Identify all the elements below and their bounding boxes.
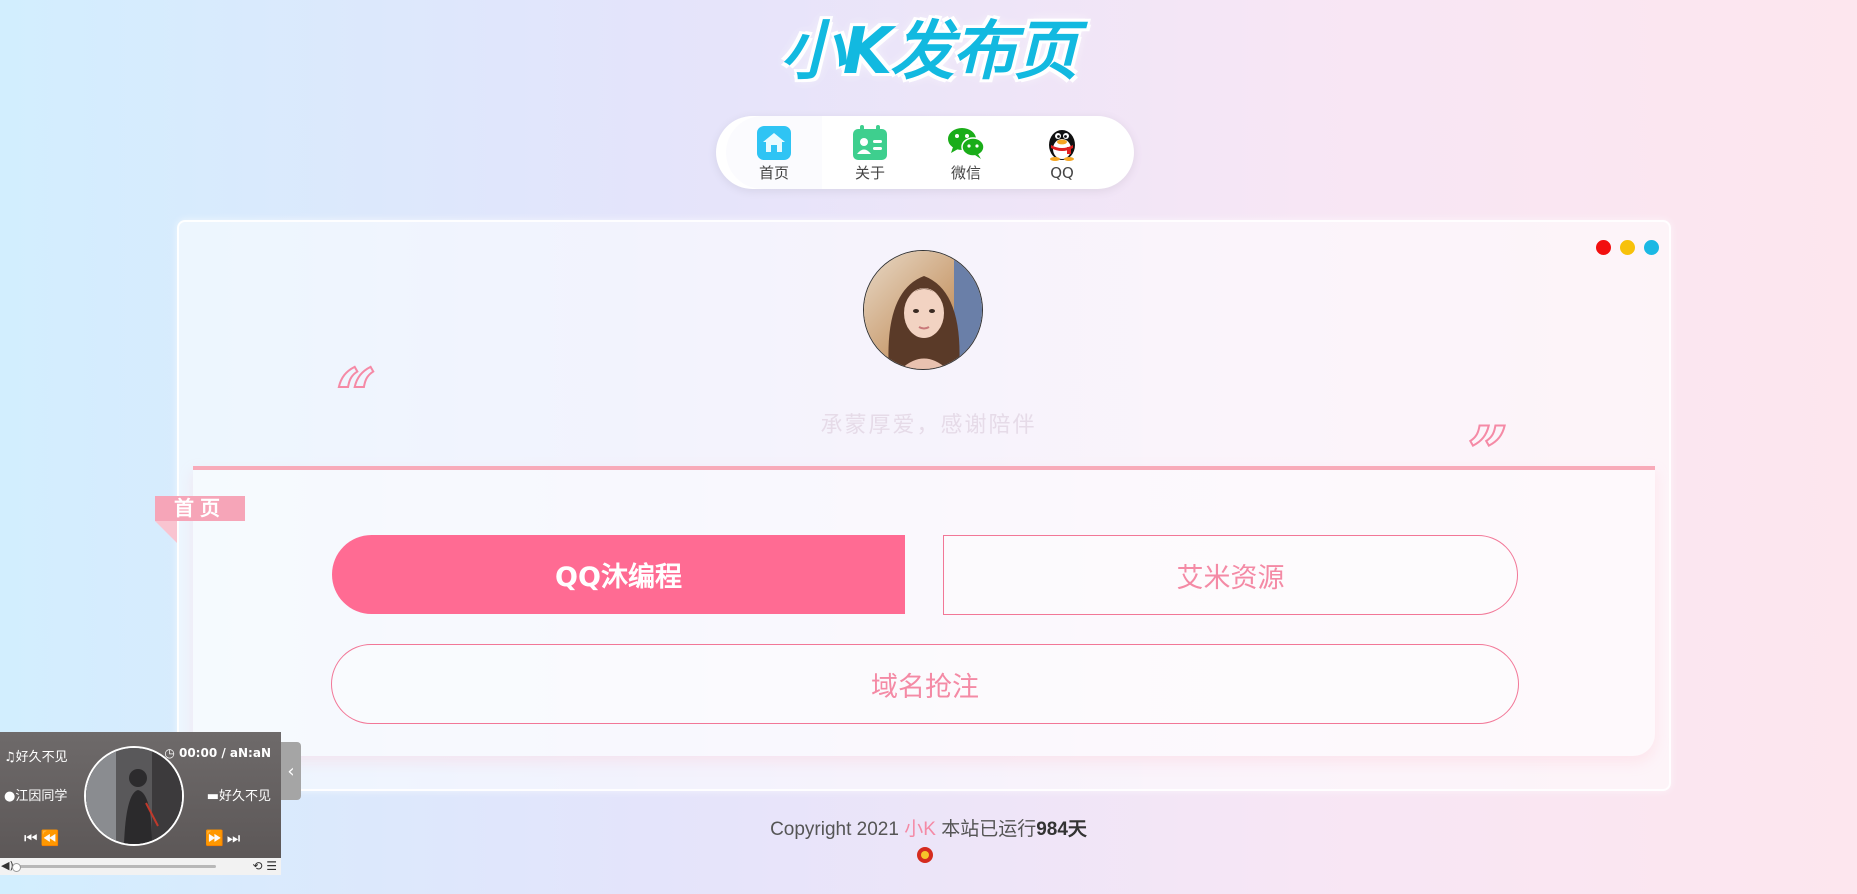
running-days: 984天 <box>1036 819 1087 840</box>
player-artist: ●江因同学 <box>4 785 67 804</box>
site-title: 小K发布页 <box>780 15 1079 89</box>
police-badge-icon[interactable] <box>917 847 933 863</box>
link-button-domain[interactable]: 域名抢注 <box>331 644 1519 724</box>
player-time: ◷ 00:00 / aN:aN <box>164 746 271 760</box>
link-button-qqmu[interactable]: QQ沐编程 <box>332 535 905 614</box>
yellow-dot <box>1620 240 1635 255</box>
nav-item-wechat[interactable]: 微信 <box>918 116 1014 189</box>
nav-label-qq: QQ <box>1050 164 1074 182</box>
player-artist-name: 江因同学 <box>15 789 68 804</box>
red-dot <box>1596 240 1611 255</box>
about-card-icon <box>853 125 887 160</box>
skip-forward-icon[interactable]: ⏭ <box>227 829 244 847</box>
player-collapse-toggle[interactable]: ‹ <box>281 742 301 800</box>
repeat-icon[interactable]: ⟲ <box>252 859 262 873</box>
player-song: ♫好久不见 <box>4 746 68 765</box>
folder-icon: ▬ <box>206 789 219 804</box>
player-extra-icons: ⟲ ☰ <box>252 859 277 873</box>
avatar-portrait <box>864 251 982 369</box>
wechat-icon <box>948 128 985 159</box>
player-album-name: 好久不见 <box>218 789 271 804</box>
home-icon <box>757 126 791 160</box>
blue-dot <box>1644 240 1659 255</box>
qq-penguin-icon <box>1049 130 1075 161</box>
progress-track[interactable] <box>16 865 216 868</box>
nav-label-wechat: 微信 <box>950 164 981 182</box>
window-dots <box>1596 240 1659 255</box>
player-song-title: 好久不见 <box>15 750 68 765</box>
album-cover[interactable] <box>84 746 184 846</box>
nav-label-about: 关于 <box>854 164 885 182</box>
section-ribbon: 首页 <box>155 496 245 521</box>
playlist-icon[interactable]: ☰ <box>266 859 277 873</box>
running-prefix: 本站已运行 <box>941 819 1037 840</box>
player-progress-bar: ◀) ⟲ ☰ <box>0 858 281 875</box>
player-time-text: 00:00 / aN:aN <box>178 746 271 760</box>
avatar <box>863 250 983 370</box>
music-player: ♫好久不见 ◷ 00:00 / aN:aN ●江因同学 ▬好久不见 ⏮⏪ ⏩⏭ … <box>0 732 281 875</box>
rewind-icon[interactable]: ⏪ <box>41 829 63 847</box>
nav-item-home[interactable]: 首页 <box>726 116 822 189</box>
motto-text: 承蒙厚爱，感谢陪伴 <box>820 413 1037 438</box>
skip-back-icon[interactable]: ⏮ <box>24 829 41 847</box>
top-nav: 首页 关于 微信 QQ <box>716 116 1134 189</box>
cover-art <box>86 748 182 844</box>
footer-brand-link[interactable]: 小K <box>904 819 936 840</box>
player-next-controls: ⏩⏭ <box>205 829 243 847</box>
copyright-text: Copyright 2021 <box>770 819 899 840</box>
chevron-left-icon: ‹ <box>287 760 295 782</box>
nav-item-about[interactable]: 关于 <box>822 116 918 189</box>
progress-knob[interactable] <box>12 863 21 872</box>
nav-label-home: 首页 <box>758 164 789 182</box>
player-album: ▬好久不见 <box>207 785 271 804</box>
fast-forward-icon[interactable]: ⏩ <box>205 829 227 847</box>
user-icon: ● <box>4 789 16 804</box>
link-button-aimi[interactable]: 艾米资源 <box>943 535 1518 615</box>
ribbon-fold <box>155 521 177 543</box>
player-prev-controls: ⏮⏪ <box>24 829 62 847</box>
music-note-icon: ♫ <box>4 750 16 765</box>
nav-item-qq[interactable]: QQ <box>1014 116 1110 189</box>
